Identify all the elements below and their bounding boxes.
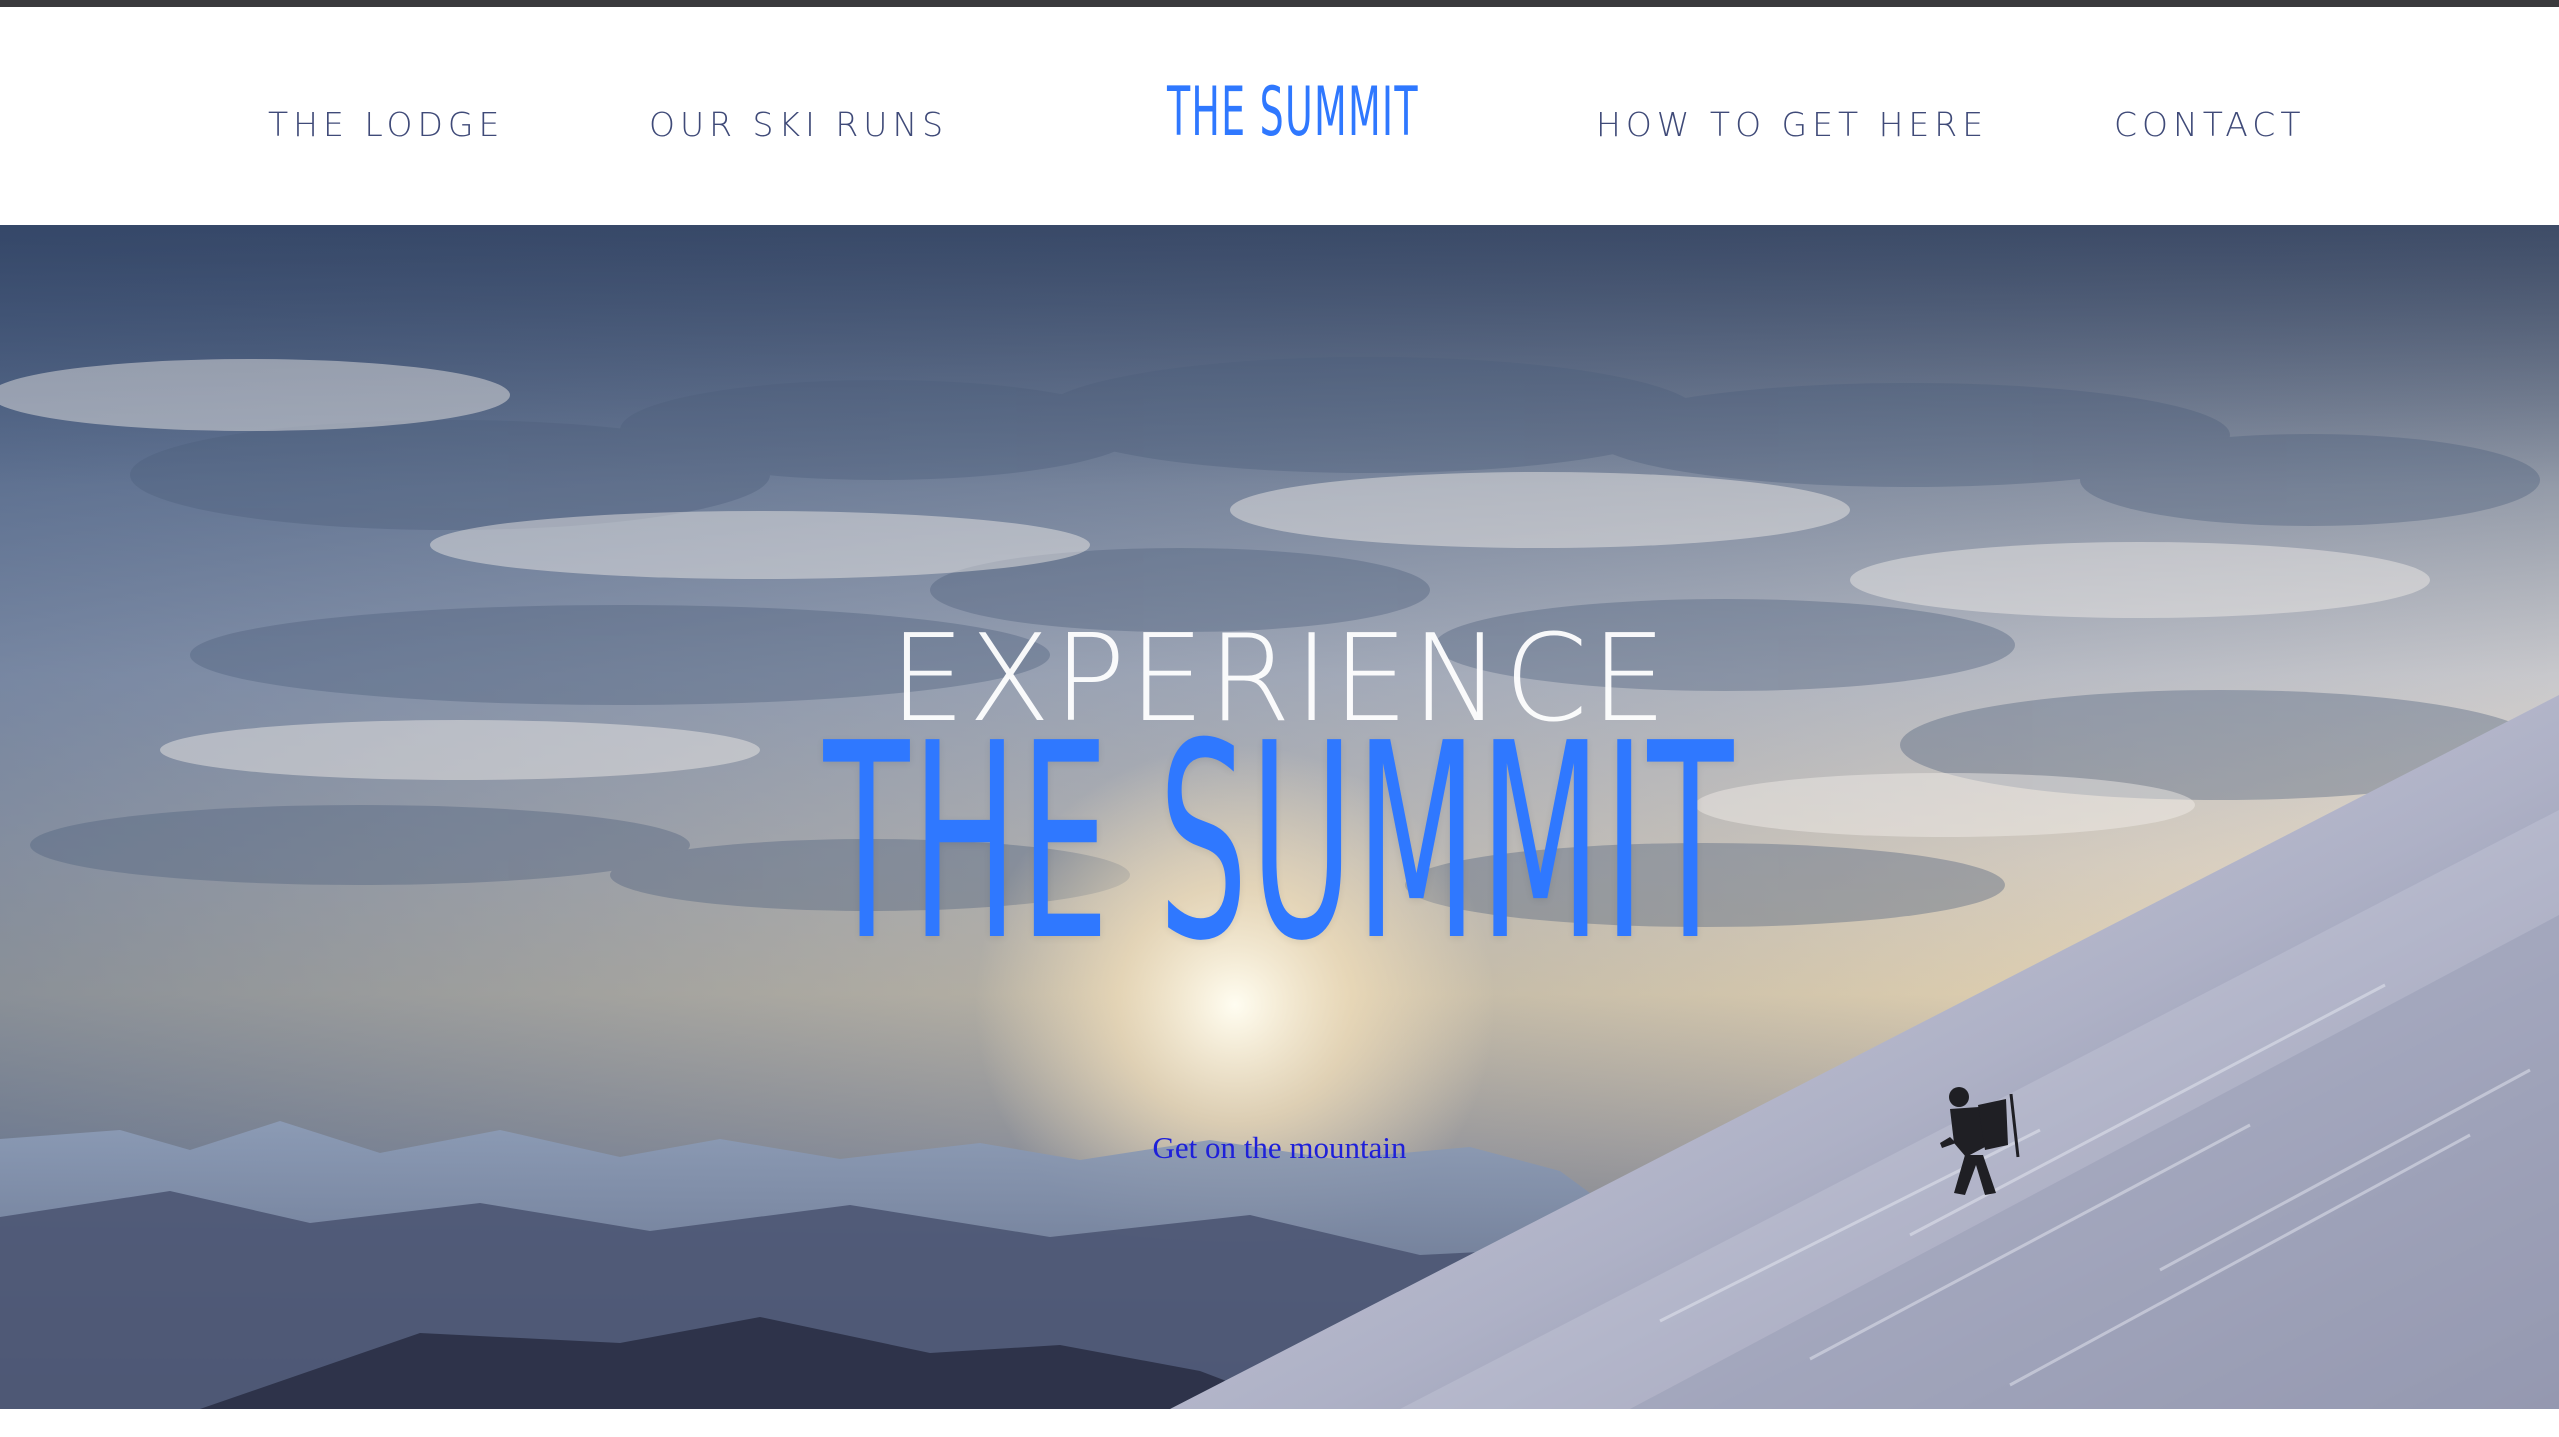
top-border [0, 0, 2559, 7]
site-header: THE LODGE OUR SKI RUNS THE SUMMIT HOW TO… [0, 7, 2559, 225]
nav-link-our-ski-runs[interactable]: OUR SKI RUNS [649, 105, 948, 144]
get-on-the-mountain-link[interactable]: Get on the mountain [0, 1130, 2559, 1166]
nav-link-how-to-get-here[interactable]: HOW TO GET HERE [1596, 105, 1988, 144]
site-logo[interactable]: THE SUMMIT [1167, 73, 1418, 152]
nav-link-contact[interactable]: CONTACT [2114, 105, 2306, 144]
hero-section: EXPERIENCE THE SUMMIT Get on the mountai… [0, 225, 2559, 1409]
hero-title-the-summit: THE SUMMIT [823, 685, 1736, 1000]
nav-link-the-lodge[interactable]: THE LODGE [268, 105, 504, 144]
